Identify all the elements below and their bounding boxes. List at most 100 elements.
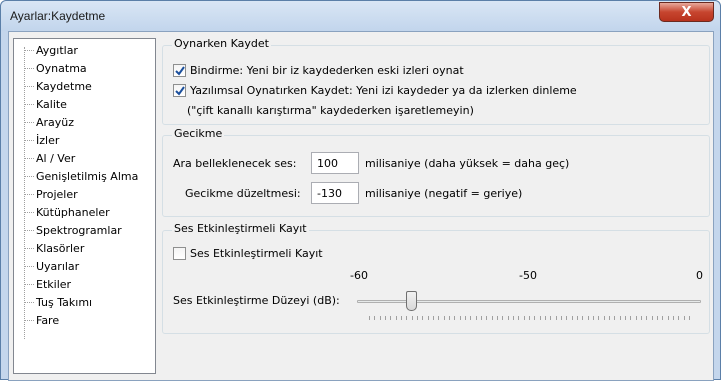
- slider-tick: [657, 316, 658, 320]
- tree-branch-icon: [24, 121, 34, 123]
- slider-tick: [428, 316, 429, 320]
- slider-tick: [502, 316, 503, 320]
- sidebar-item-recording[interactable]: Kaydetme: [24, 78, 92, 94]
- tree-branch-icon: [24, 157, 34, 159]
- sidebar-item-directories[interactable]: Klasörler: [24, 240, 84, 256]
- slider-tick: [524, 316, 525, 320]
- sidebar-item-interface[interactable]: Arayüz: [24, 114, 74, 130]
- slider-tick: [374, 316, 375, 320]
- slider-tick: [438, 316, 439, 320]
- scale-mid-label: -50: [519, 269, 537, 282]
- slider-tick: [534, 316, 535, 320]
- sound-activated-label[interactable]: Ses Etkinleştirmeli Kayıt: [190, 247, 323, 260]
- sidebar-item-label: Kalite: [36, 97, 67, 111]
- checkmark-icon: [174, 85, 185, 96]
- sidebar-item-tracks[interactable]: İzler: [24, 132, 59, 148]
- category-tree[interactable]: Aygıtlar Oynatma Kaydetme Kalite Arayüz …: [13, 38, 156, 374]
- sidebar-item-mouse[interactable]: Fare: [24, 312, 59, 328]
- slider-tick: [668, 316, 669, 320]
- sidebar-item-extended-import[interactable]: Genişletilmiş Alma: [24, 168, 138, 184]
- sidebar-item-label: Kaydetme: [36, 79, 92, 93]
- sidebar-item-warnings[interactable]: Uyarılar: [24, 258, 79, 274]
- sound-activated-checkbox[interactable]: [173, 247, 186, 260]
- window-title: Ayarlar:Kaydetme: [10, 9, 106, 23]
- software-playthrough-label[interactable]: Yazılımsal Oynatırken Kaydet: Yeni izi k…: [190, 84, 577, 97]
- latency-group-title: Gecikme: [172, 127, 225, 140]
- slider-tick: [636, 316, 637, 320]
- activation-level-slider-thumb[interactable]: [406, 291, 417, 311]
- slider-tick: [422, 316, 423, 320]
- slider-tick: [417, 316, 418, 320]
- slider-tick: [465, 316, 466, 320]
- sidebar-item-label: Aygıtlar: [36, 43, 78, 57]
- tree-branch-icon: [24, 211, 34, 213]
- slider-tick: [662, 316, 663, 320]
- overdub-checkbox[interactable]: [173, 64, 186, 77]
- slider-tick: [433, 316, 434, 320]
- sidebar-item-devices[interactable]: Aygıtlar: [24, 42, 78, 58]
- scale-min-label: -60: [350, 269, 368, 282]
- overdub-label[interactable]: Bindirme: Yeni bir iz kaydederken eski i…: [190, 64, 464, 77]
- slider-tick: [460, 316, 461, 320]
- sidebar-item-label: Kütüphaneler: [36, 205, 110, 219]
- slider-tick: [598, 316, 599, 320]
- sidebar-item-playback[interactable]: Oynatma: [24, 60, 87, 76]
- sidebar-item-label: Projeler: [36, 187, 78, 201]
- slider-tick: [652, 316, 653, 320]
- slider-tick: [614, 316, 615, 320]
- buffer-unit-label: milisaniye (daha yüksek = daha geç): [365, 157, 570, 170]
- tree-branch-icon: [24, 283, 34, 285]
- latency-group: [162, 135, 710, 217]
- tree-branch-icon: [24, 175, 34, 177]
- tree-branch-icon: [24, 103, 34, 105]
- sidebar-item-spectrograms[interactable]: Spektrogramlar: [24, 222, 122, 238]
- sidebar-item-label: İzler: [36, 133, 60, 147]
- slider-tick: [641, 316, 642, 320]
- slider-tick: [486, 316, 487, 320]
- preferences-window: Ayarlar:Kaydetme X Aygıtlar Oynatma Kayd…: [0, 0, 721, 381]
- slider-tick: [689, 316, 690, 320]
- buffer-input[interactable]: [311, 152, 359, 174]
- slider-tick: [406, 316, 407, 320]
- sidebar-item-label: Al / Ver: [36, 151, 76, 165]
- checkmark-icon: [174, 65, 185, 76]
- tree-branch-icon: [24, 247, 34, 249]
- sidebar-item-label: Genişletilmiş Alma: [36, 169, 139, 183]
- buffer-label: Ara belleklenecek ses:: [173, 157, 297, 170]
- slider-tick: [492, 316, 493, 320]
- slider-tick: [518, 316, 519, 320]
- tree-branch-icon: [24, 229, 34, 231]
- sidebar-item-quality[interactable]: Kalite: [24, 96, 67, 112]
- slider-tick: [396, 316, 397, 320]
- sidebar-item-import-export[interactable]: Al / Ver: [24, 150, 75, 166]
- sidebar-item-effects[interactable]: Etkiler: [24, 276, 71, 292]
- latency-correction-input[interactable]: [311, 182, 359, 204]
- sidebar-item-keyboard[interactable]: Tuş Takımı: [24, 294, 92, 310]
- title-bar[interactable]: Ayarlar:Kaydetme X: [1, 1, 720, 31]
- slider-tick: [593, 316, 594, 320]
- slider-tick: [588, 316, 589, 320]
- sidebar-item-projects[interactable]: Projeler: [24, 186, 78, 202]
- software-playthrough-checkbox[interactable]: [173, 84, 186, 97]
- tree-branch-icon: [24, 85, 34, 87]
- slider-tick: [449, 316, 450, 320]
- tree-branch-icon: [24, 49, 34, 51]
- slider-tick: [673, 316, 674, 320]
- slider-tick: [540, 316, 541, 320]
- close-button[interactable]: X: [659, 2, 714, 22]
- sound-activated-group: [162, 230, 710, 334]
- sidebar-item-label: Klasörler: [36, 241, 85, 255]
- slider-tick: [529, 316, 530, 320]
- slider-tick: [390, 316, 391, 320]
- slider-tick: [470, 316, 471, 320]
- sidebar-item-label: Etkiler: [36, 277, 72, 291]
- slider-tick: [620, 316, 621, 320]
- slider-tick: [454, 316, 455, 320]
- slider-tick: [566, 316, 567, 320]
- sidebar-item-libraries[interactable]: Kütüphaneler: [24, 204, 110, 220]
- slider-tick: [481, 316, 482, 320]
- slider-tick: [550, 316, 551, 320]
- slider-tick: [401, 316, 402, 320]
- slider-tick: [369, 316, 370, 320]
- activation-level-label: Ses Etkinleştirme Düzeyi (dB):: [173, 294, 340, 307]
